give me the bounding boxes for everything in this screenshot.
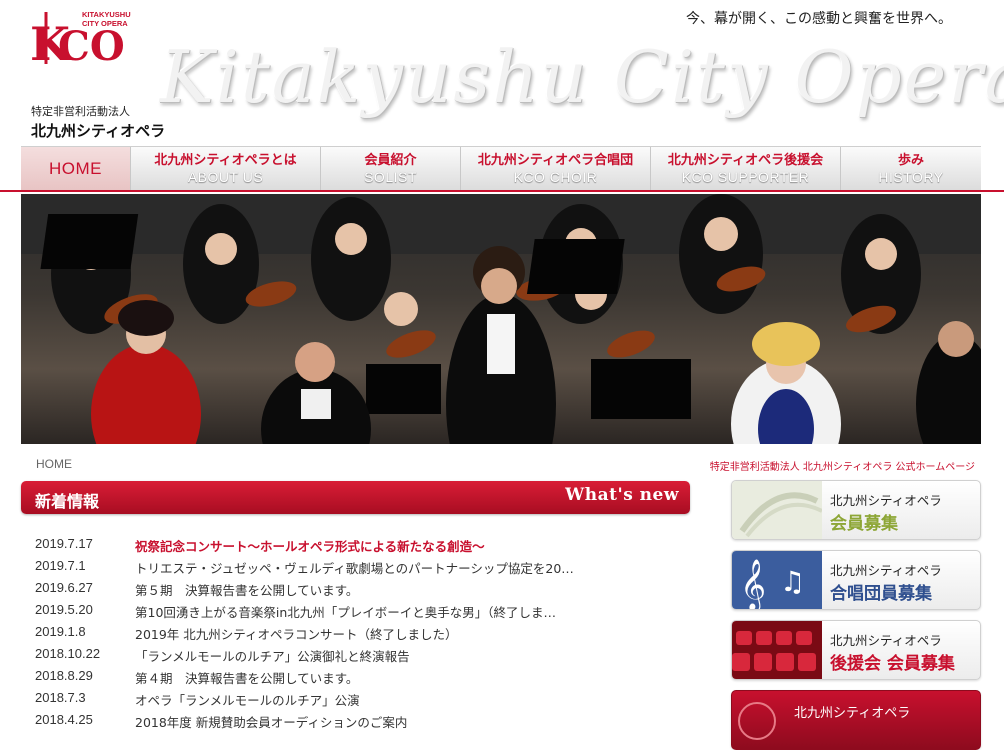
news-date: 2018.10.22 xyxy=(35,646,101,661)
treble-clef-icon: 𝄞 ♫ xyxy=(732,551,822,609)
news-title-en: What's new xyxy=(565,485,679,505)
nav-choir-jp: 北九州シティオペラ合唱団 xyxy=(477,153,634,168)
banner-title: 合唱団員募集 xyxy=(830,584,932,604)
news-item[interactable]: 2019.7.17 祝祭記念コンサート～ホールオペラ形式による新たなる創造～ xyxy=(35,534,675,556)
nav-home-label: HOME xyxy=(49,159,102,178)
news-link[interactable]: 2018年度 新規賛助会員オーディションのご案内 xyxy=(135,712,625,731)
banner-org: 北九州シティオペラ xyxy=(794,706,911,721)
nav-choir[interactable]: 北九州シティオペラ合唱団 KCO CHOIR xyxy=(461,147,651,190)
nav-about[interactable]: 北九州シティオペラとは ABOUT US xyxy=(131,147,321,190)
news-link[interactable]: 第10回湧き上がる音楽祭in北九州「プレイボーイと奥手な男」（終了しま… xyxy=(135,602,625,621)
banner-org: 北九州シティオペラ xyxy=(830,633,942,648)
nav-soloist-jp: 会員紹介 xyxy=(364,153,417,168)
news-date: 2019.7.17 xyxy=(35,536,93,551)
news-item[interactable]: 2018.10.22 「ランメルモールのルチア」公演御礼と終演報告 xyxy=(35,644,675,666)
news-link[interactable]: 2019年 北九州シティオペラコンサート（終了しました） xyxy=(135,624,625,643)
news-date: 2018.8.29 xyxy=(35,668,93,683)
org-type: 特定非営利活動法人 xyxy=(31,105,130,118)
music-hall-icon xyxy=(732,481,823,539)
nav-history-jp: 歩み xyxy=(897,153,924,168)
news-item[interactable]: 2018.4.25 2018年度 新規賛助会員オーディションのご案内 xyxy=(35,710,675,732)
news-link[interactable]: 祝祭記念コンサート～ホールオペラ形式による新たなる創造～ xyxy=(135,536,625,555)
news-date: 2019.5.20 xyxy=(35,602,93,617)
news-header: 新着情報 What's new xyxy=(21,481,690,514)
hero-image xyxy=(21,194,981,444)
script-title: Kitakyushu City Opera xyxy=(160,35,1004,119)
svg-text:𝄞: 𝄞 xyxy=(740,559,766,609)
nav-about-en: ABOUT US xyxy=(187,169,264,185)
svg-text:♫: ♫ xyxy=(780,565,805,598)
news-link[interactable]: トリエステ・ジュゼッペ・ヴェルディ歌劇場とのパートナーシップ協定を20… xyxy=(135,558,625,577)
nav-choir-en: KCO CHOIR xyxy=(513,169,598,185)
banner-org: 北九州シティオペラ xyxy=(830,493,942,508)
svg-text:CO: CO xyxy=(58,23,125,70)
banner-title: 後援会 会員募集 xyxy=(830,654,955,674)
news-item[interactable]: 2019.5.20 第10回湧き上がる音楽祭in北九州「プレイボーイと奥手な男」… xyxy=(35,600,675,622)
news-link[interactable]: 「ランメルモールのルチア」公演御礼と終演報告 xyxy=(135,646,625,665)
news-link[interactable]: 第４期 決算報告書を公開しています。 xyxy=(135,668,625,687)
news-date: 2019.1.8 xyxy=(35,624,86,639)
main-nav: HOME 北九州シティオペラとは ABOUT US 会員紹介 SOLIST 北九… xyxy=(21,146,981,190)
banner-kco[interactable]: 北九州シティオペラ xyxy=(731,690,981,750)
nav-history-en: HISTORY xyxy=(878,169,944,185)
breadcrumb[interactable]: HOME xyxy=(36,457,72,471)
nav-divider xyxy=(0,190,1004,192)
nav-about-jp: 北九州シティオペラとは xyxy=(154,153,297,168)
news-item[interactable]: 2019.7.1 トリエステ・ジュゼッペ・ヴェルディ歌劇場とのパートナーシップ協… xyxy=(35,556,675,578)
news-item[interactable]: 2019.1.8 2019年 北九州シティオペラコンサート（終了しました） xyxy=(35,622,675,644)
banner-supporter-recruit[interactable]: 北九州シティオペラ 後援会 会員募集 xyxy=(731,620,981,680)
nav-supporter[interactable]: 北九州シティオペラ後援会 KCO SUPPORTER xyxy=(651,147,841,190)
nav-supporter-en: KCO SUPPORTER xyxy=(681,169,810,185)
official-site-note: 特定非営利活動法人 北九州シティオペラ 公式ホームページ xyxy=(709,462,975,473)
news-link[interactable]: 第５期 決算報告書を公開しています。 xyxy=(135,580,625,599)
banner-org: 北九州シティオペラ xyxy=(830,563,942,578)
news-date: 2019.6.27 xyxy=(35,580,93,595)
news-link[interactable]: オペラ「ランメルモールのルチア」公演 xyxy=(135,690,625,709)
nav-supporter-jp: 北九州シティオペラ後援会 xyxy=(667,153,824,168)
news-date: 2019.7.1 xyxy=(35,558,86,573)
news-date: 2018.4.25 xyxy=(35,712,93,727)
banner-title: 会員募集 xyxy=(830,514,898,534)
banner-choir-recruit[interactable]: 𝄞 ♫ 北九州シティオペラ 合唱団員募集 xyxy=(731,550,981,610)
emblem-icon xyxy=(732,691,782,749)
nav-history[interactable]: 歩み HISTORY xyxy=(841,147,981,190)
news-item[interactable]: 2019.6.27 第５期 決算報告書を公開しています。 xyxy=(35,578,675,600)
news-date: 2018.7.3 xyxy=(35,690,86,705)
nav-soloist[interactable]: 会員紹介 SOLIST xyxy=(321,147,461,190)
nav-home[interactable]: HOME xyxy=(21,147,131,190)
news-list: 2019.7.17 祝祭記念コンサート～ホールオペラ形式による新たなる創造～ 2… xyxy=(35,534,675,732)
logo-subtitle: KITAKYUSHU CITY OPERA xyxy=(82,10,131,28)
news-title: 新着情報 xyxy=(35,492,100,511)
org-name: 北九州シティオペラ xyxy=(31,122,166,140)
news-item[interactable]: 2018.7.3 オペラ「ランメルモールのルチア」公演 xyxy=(35,688,675,710)
theater-seats-icon xyxy=(732,621,822,679)
nav-soloist-en: SOLIST xyxy=(364,169,417,185)
news-item[interactable]: 2018.8.29 第４期 決算報告書を公開しています。 xyxy=(35,666,675,688)
banner-member-recruit[interactable]: 北九州シティオペラ 会員募集 xyxy=(731,480,981,540)
